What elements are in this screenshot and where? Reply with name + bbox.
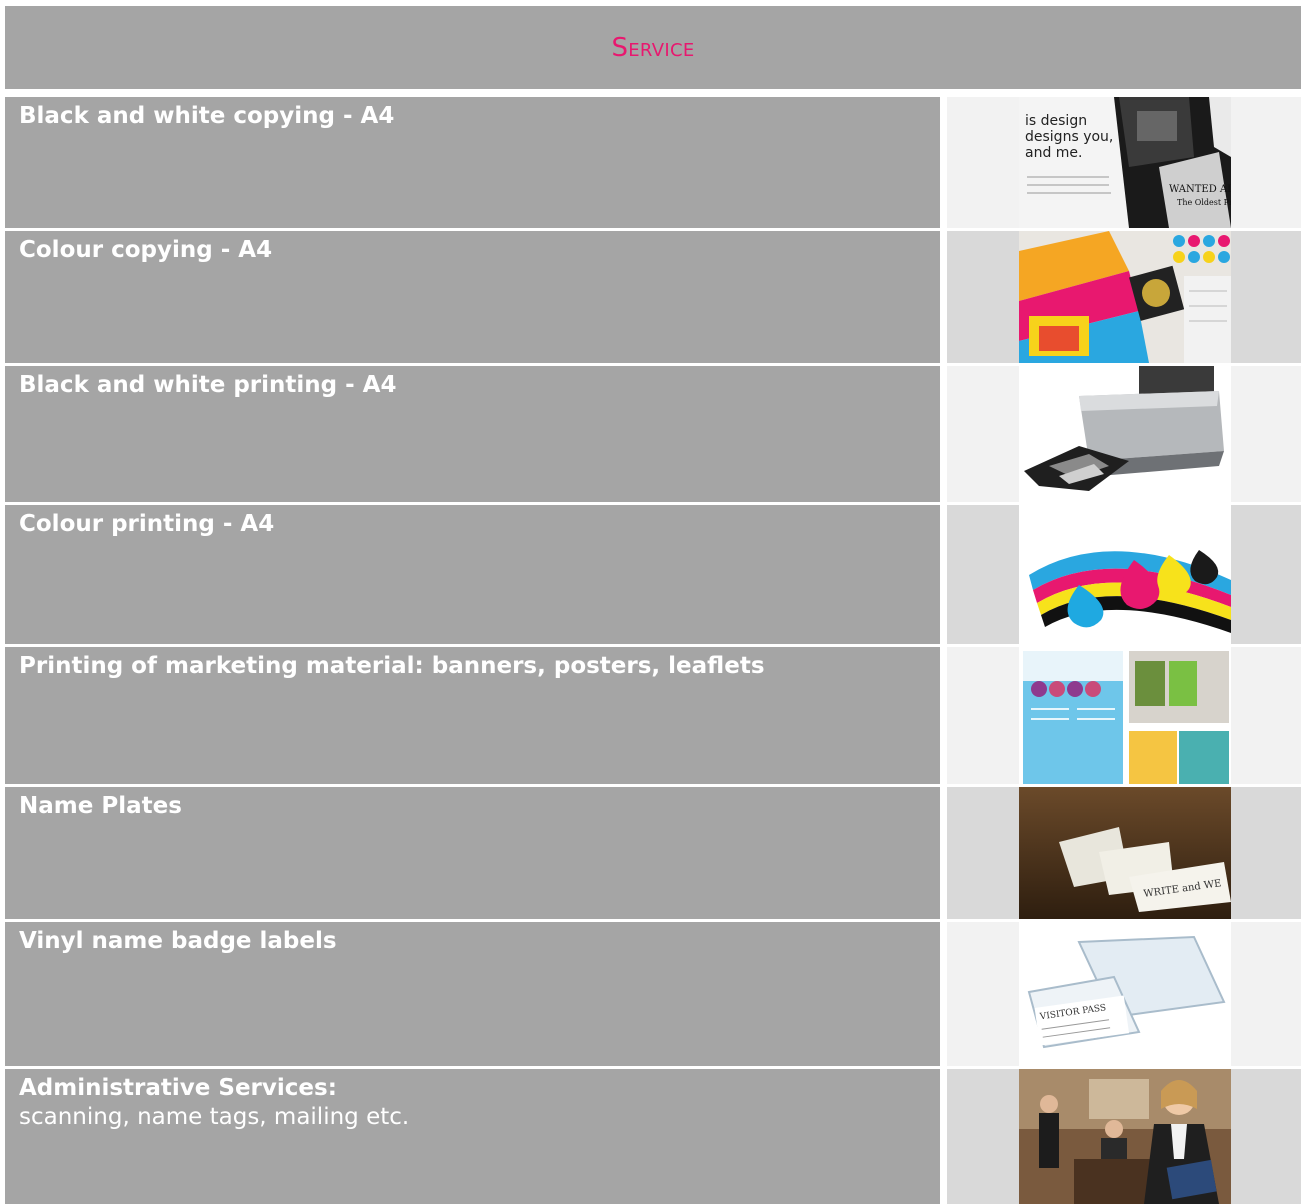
service-title: Printing of marketing material: banners,…: [19, 653, 765, 679]
name-plates-icon: WRITE and WE: [1019, 787, 1231, 919]
service-image-cell: is design designs you, and me. WANTED AL…: [947, 97, 1301, 228]
svg-text:and me.: and me.: [1025, 145, 1083, 161]
service-image-cell: WRITE and WE: [947, 787, 1301, 919]
service-row-name-plates: Name Plates WRITE and WE: [5, 787, 1301, 919]
posters-icon: [1019, 647, 1231, 784]
svg-text:designs you,: designs you,: [1025, 129, 1113, 145]
service-image-cell: [947, 366, 1301, 502]
service-title: Black and white copying - A4: [19, 103, 395, 129]
svg-text:WANTED ALIVE: WANTED ALIVE: [1169, 184, 1231, 195]
service-row-colour-printing: Colour printing - A4: [5, 505, 1301, 644]
service-row-bw-copying: Black and white copying - A4 is design d…: [5, 97, 1301, 228]
service-label-cell: Colour copying - A4: [5, 231, 940, 363]
office-staff-icon: [1019, 1069, 1231, 1204]
service-header: Service: [5, 6, 1301, 89]
service-row-bw-printing: Black and white printing - A4: [5, 366, 1301, 502]
service-title: Colour copying - A4: [19, 237, 273, 263]
svg-text:is design: is design: [1025, 113, 1087, 129]
service-row-colour-copying: Colour copying - A4: [5, 231, 1301, 363]
service-row-vinyl-badges: Vinyl name badge labels VISITOR PASS: [5, 922, 1301, 1066]
badge-holder-icon: VISITOR PASS: [1019, 922, 1231, 1066]
service-label-cell: Black and white printing - A4: [5, 366, 940, 502]
service-label-cell: Colour printing - A4: [5, 505, 940, 644]
service-label-cell: Vinyl name badge labels: [5, 922, 940, 1066]
service-image-cell: [947, 231, 1301, 363]
service-title: Name Plates: [19, 793, 182, 819]
service-label-cell: Administrative Services: scanning, name …: [5, 1069, 940, 1204]
service-image-cell: VISITOR PASS: [947, 922, 1301, 1066]
service-image-cell: [947, 1069, 1301, 1204]
service-row-administrative: Administrative Services: scanning, name …: [5, 1069, 1301, 1204]
color-swatches-icon: [1019, 231, 1231, 363]
header-title: Service: [611, 32, 695, 63]
service-label-cell: Name Plates: [5, 787, 940, 919]
service-description: scanning, name tags, mailing etc.: [19, 1104, 410, 1130]
service-title: Administrative Services:: [19, 1075, 337, 1101]
service-title: Black and white printing - A4: [19, 372, 397, 398]
svg-text:The Oldest Printer: The Oldest Printer: [1177, 198, 1231, 207]
bw-print-collage-icon: is design designs you, and me. WANTED AL…: [1019, 97, 1231, 228]
service-image-cell: [947, 505, 1301, 644]
cmyk-ink-drops-icon: [1019, 505, 1231, 644]
service-label-cell: Printing of marketing material: banners,…: [5, 647, 940, 784]
service-image-cell: [947, 647, 1301, 784]
service-title: Colour printing - A4: [19, 511, 275, 537]
printer-icon: [1019, 366, 1231, 502]
service-label-cell: Black and white copying - A4: [5, 97, 940, 228]
service-row-marketing-material: Printing of marketing material: banners,…: [5, 647, 1301, 784]
service-title: Vinyl name badge labels: [19, 928, 337, 954]
